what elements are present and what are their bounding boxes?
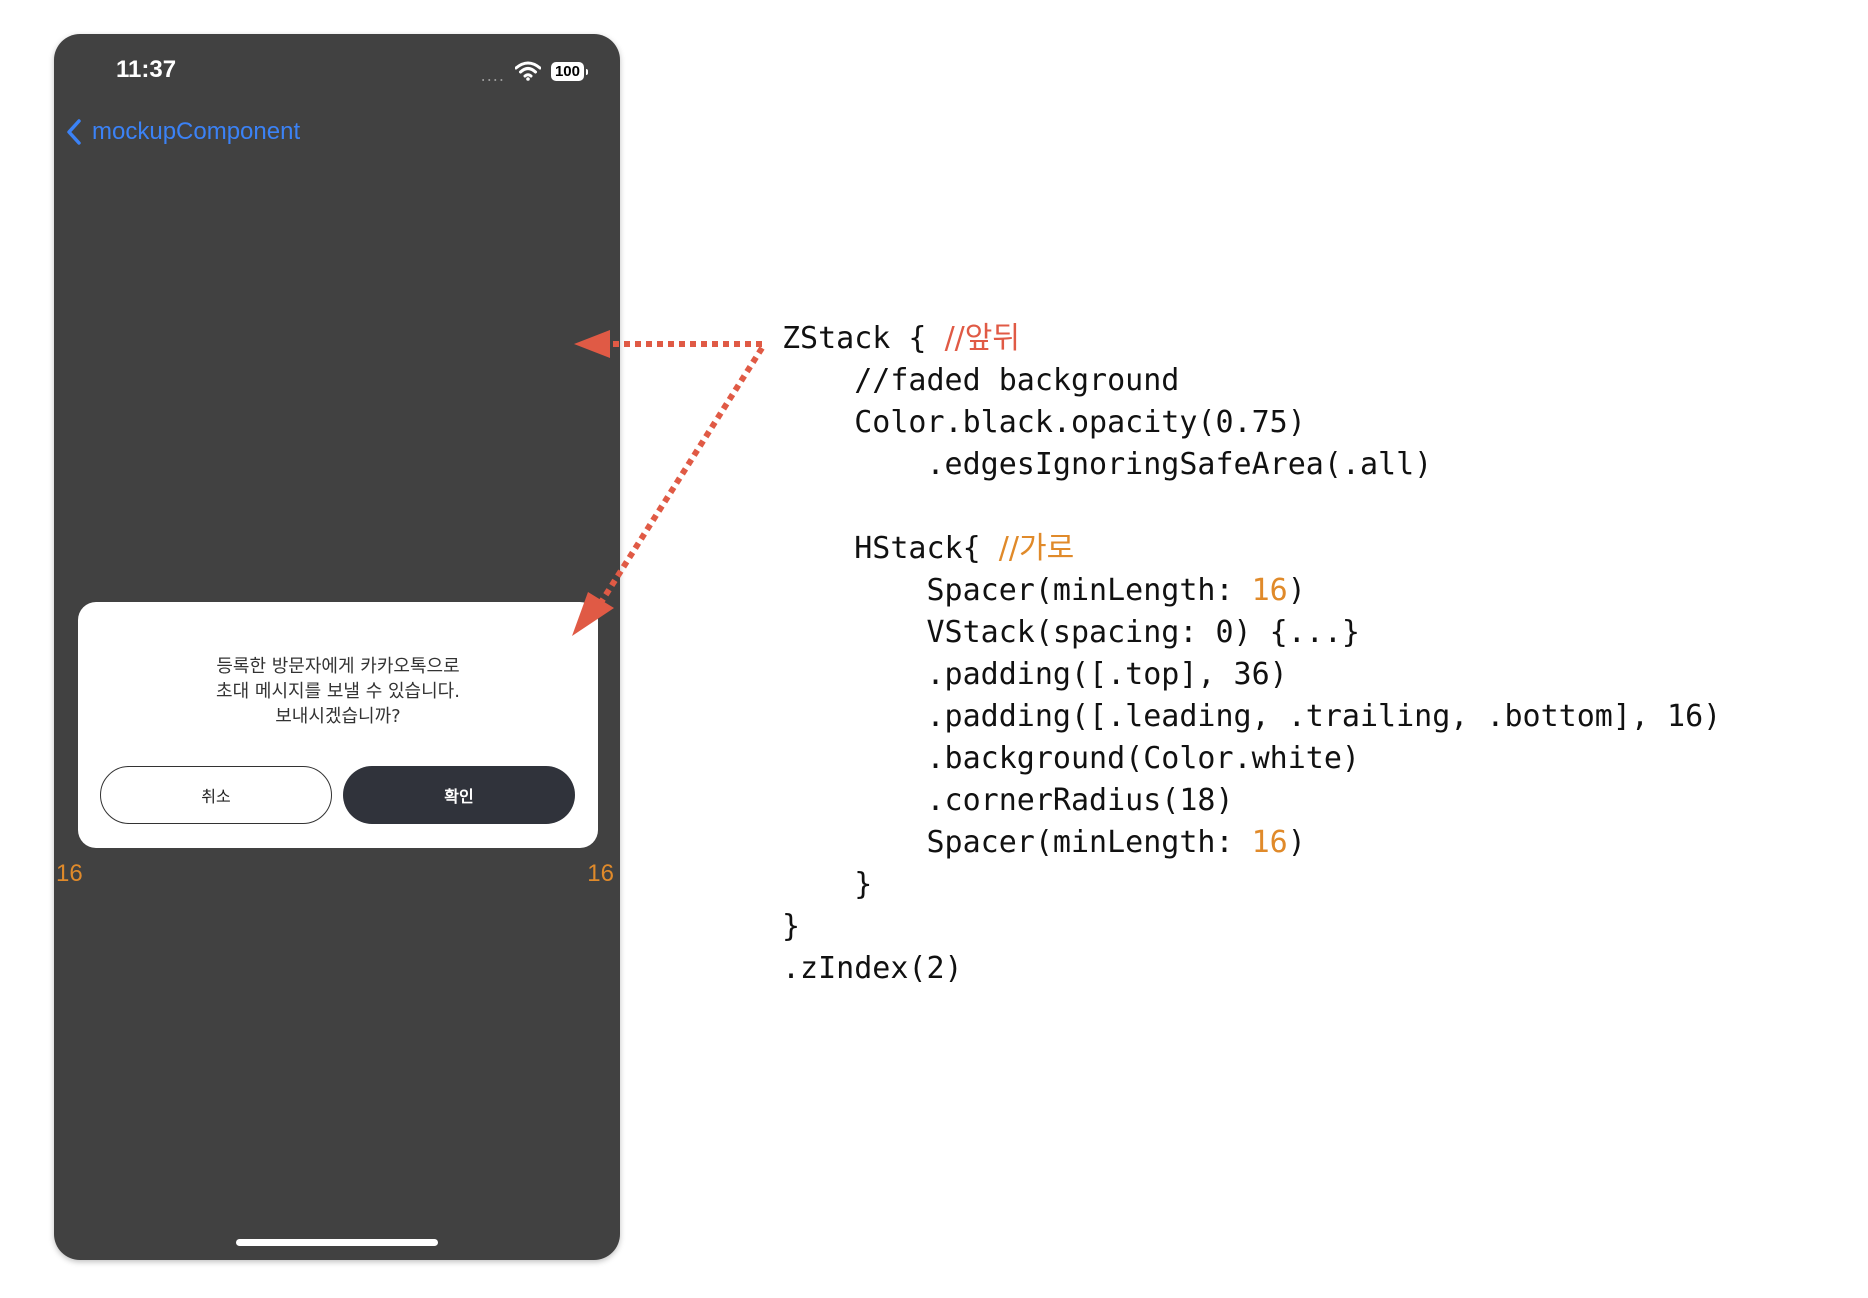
alert-message: 등록한 방문자에게 카카오톡으로 초대 메시지를 보낼 수 있습니다. 보내시겠… <box>78 654 598 729</box>
code-line: } <box>782 909 801 944</box>
code-line: .padding([.leading, .trailing, .bottom],… <box>782 699 1722 734</box>
code-text: Spacer(minLength: <box>782 573 1252 608</box>
code-line: ZStack { //앞뒤 <box>782 318 1721 360</box>
nav-back-button[interactable]: mockupComponent <box>66 118 300 146</box>
alert-dialog: 등록한 방문자에게 카카오톡으로 초대 메시지를 보낼 수 있습니다. 보내시겠… <box>78 602 598 848</box>
code-line: Spacer(minLength: 16) <box>782 822 1721 864</box>
code-snippet: ZStack { //앞뒤 //faded background Color.b… <box>782 318 1721 990</box>
code-line: .edgesIgnoringSafeArea(.all) <box>782 447 1433 482</box>
code-line: HStack{ //가로 <box>782 528 1721 570</box>
alert-message-line: 보내시겠습니까? <box>275 706 401 727</box>
code-line: .zIndex(2) <box>782 951 963 986</box>
code-line: VStack(spacing: 0) {...} <box>782 615 1360 650</box>
code-text: Spacer(minLength: <box>782 825 1252 860</box>
right-margin-label: 16 <box>587 860 614 887</box>
code-line: .background(Color.white) <box>782 741 1360 776</box>
status-icons: .... 100 <box>480 58 589 85</box>
status-time: 11:37 <box>116 56 177 83</box>
code-line: Spacer(minLength: 16) <box>782 570 1721 612</box>
code-line: .padding([.top], 36) <box>782 657 1288 692</box>
code-text: HStack{ <box>782 531 999 566</box>
confirm-button[interactable]: 확인 <box>343 766 575 824</box>
code-line: } <box>782 867 873 902</box>
code-text: ) <box>1287 825 1306 860</box>
home-indicator <box>236 1239 438 1246</box>
code-comment: //앞뒤 <box>944 321 1020 356</box>
chevron-left-icon <box>67 119 81 145</box>
battery-icon: 100 <box>550 61 589 81</box>
code-line: .cornerRadius(18) <box>782 783 1234 818</box>
nav-back-label: mockupComponent <box>92 118 301 145</box>
signal-icon: .... <box>480 66 505 85</box>
code-line: //faded background <box>782 363 1180 398</box>
phone-mockup: 11:37 .... 100 mockupComponent 등록한 방문자에게… <box>54 34 620 1260</box>
wifi-icon <box>514 61 541 81</box>
left-margin-label: 16 <box>56 860 83 887</box>
code-number: 16 <box>1251 573 1288 608</box>
alert-message-line: 초대 메시지를 보낼 수 있습니다. <box>216 681 460 702</box>
cancel-button[interactable]: 취소 <box>100 766 332 824</box>
code-number: 16 <box>1251 825 1288 860</box>
alert-message-line: 등록한 방문자에게 카카오톡으로 <box>216 656 460 677</box>
code-comment: //가로 <box>998 531 1075 566</box>
code-line: Color.black.opacity(0.75) <box>782 405 1306 440</box>
code-text: ZStack { <box>782 321 945 356</box>
code-text: ) <box>1287 573 1306 608</box>
